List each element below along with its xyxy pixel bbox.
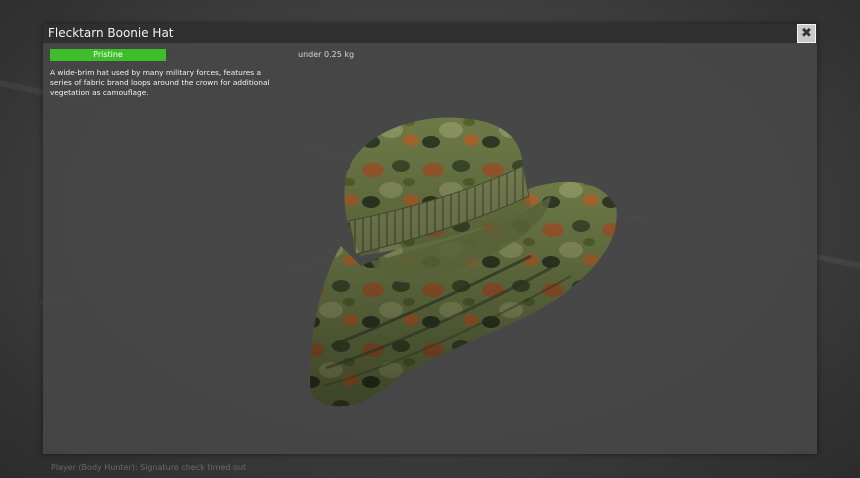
item-description: A wide-brim hat used by many military fo… bbox=[50, 68, 270, 97]
item-weight: under 0.25 kg bbox=[298, 50, 355, 59]
item-inspect-window: Flecktarn Boonie Hat ✖ Pristine under 0.… bbox=[43, 24, 817, 472]
close-icon: ✖ bbox=[801, 26, 812, 41]
boonie-hat-model[interactable] bbox=[301, 96, 631, 412]
window-titlebar: Flecktarn Boonie Hat bbox=[43, 24, 817, 43]
close-button[interactable]: ✖ bbox=[797, 24, 816, 43]
item-title: Flecktarn Boonie Hat bbox=[48, 26, 174, 40]
status-message: Player (Body Hunter): Signature check ti… bbox=[51, 463, 247, 472]
condition-badge: Pristine bbox=[50, 49, 166, 61]
